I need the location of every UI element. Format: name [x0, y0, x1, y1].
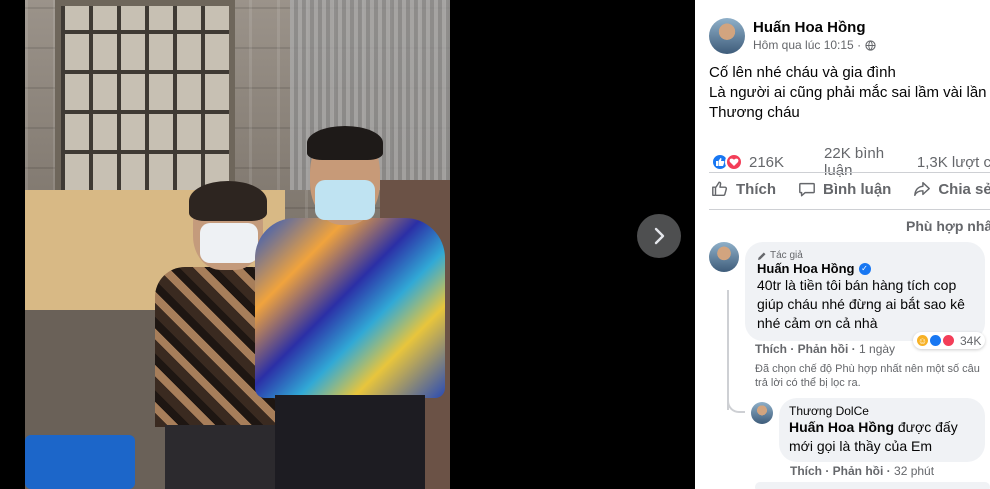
speech-bubble-icon — [799, 182, 815, 197]
comment-time[interactable]: 1 ngày — [859, 342, 895, 356]
post-text-line: Cố lên nhé cháu và gia đình — [709, 64, 896, 81]
next-photo-button[interactable] — [637, 214, 681, 258]
divider — [709, 172, 990, 173]
post-header: Huấn Hoa Hồng Hôm qua lúc 10:15 · — [709, 18, 876, 54]
post-text-line: Là người ai cũng phải mắc sai lầm vài lầ… — [709, 84, 987, 101]
post-photo[interactable] — [25, 0, 450, 489]
comment-label: Bình luận — [823, 180, 892, 198]
author-name[interactable]: Huấn Hoa Hồng — [753, 18, 876, 38]
reply-text-rest: được đấy — [894, 419, 958, 435]
photo-window — [55, 0, 235, 200]
reaction-count[interactable]: 216K — [749, 154, 784, 171]
share-count[interactable]: 1,3K lượt chia — [917, 154, 990, 171]
reply-text-line: mới gọi là thầy của Em — [789, 438, 933, 454]
comment-bubble: Tác giả Huấn Hoa Hồng ✓ 40tr là tiền tôi… — [745, 242, 985, 341]
reply-like-link[interactable]: Thích — [790, 464, 822, 478]
comment-text: 40tr là tiền tôi bán hàng tích cop giúp … — [757, 276, 973, 333]
comment-text-line: nhé cảm ơn cả nhà — [757, 315, 878, 331]
thread-curve — [727, 395, 745, 413]
share-label: Chia sẻ — [938, 180, 990, 198]
comment-count[interactable]: 22K bình luận — [824, 145, 907, 179]
pen-icon — [758, 252, 766, 260]
author-badge: Tác giả — [757, 250, 973, 261]
reaction-icons[interactable] — [711, 153, 743, 171]
comment-reply-link[interactable]: Phản hồi — [798, 342, 849, 356]
reply-author-name[interactable]: Thương DolCe — [789, 404, 975, 418]
post-actions: Thích Bình luận Chia sẻ — [711, 180, 990, 198]
divider — [709, 209, 990, 210]
share-button[interactable]: Chia sẻ — [913, 180, 990, 198]
share-arrow-icon — [914, 181, 931, 197]
mention-link[interactable]: Huấn Hoa Hồng — [789, 419, 894, 435]
reply-bubble: Thương DolCe Huấn Hoa Hồng được đấy mới … — [779, 398, 985, 462]
comment-button[interactable]: Bình luận — [798, 180, 891, 198]
filter-note: Đã chọn chế độ Phù hợp nhất nên một số c… — [755, 363, 980, 389]
photo-stool — [25, 435, 135, 489]
globe-icon — [865, 39, 876, 51]
comment-author-avatar[interactable] — [709, 242, 739, 272]
post-text-line: Thương cháu — [709, 104, 800, 121]
comment-actions: Thích · Phản hồi · 1 ngày — [755, 342, 896, 356]
post-text: Cố lên nhé cháu và gia đình Là người ai … — [709, 63, 987, 123]
comment-reactions[interactable]: ☺ 34K — [913, 332, 986, 349]
comment-like-link[interactable]: Thích — [755, 342, 787, 356]
like-button[interactable]: Thích — [711, 180, 776, 198]
comment-text-line: 40tr là tiền tôi bán hàng tích cop — [757, 277, 957, 293]
photo-viewer — [0, 0, 695, 489]
reply-item: Thương DolCe Huấn Hoa Hồng được đấy mới … — [751, 398, 985, 462]
reply-reply-link[interactable]: Phản hồi — [833, 464, 884, 478]
photo-person-man — [255, 126, 445, 489]
thumbs-up-icon — [712, 181, 728, 197]
author-badge-label: Tác giả — [770, 250, 803, 261]
post-sidebar: Huấn Hoa Hồng Hôm qua lúc 10:15 · Cố lên… — [695, 0, 990, 489]
post-time[interactable]: Hôm qua lúc 10:15 · — [753, 38, 861, 52]
comment-text-line: giúp cháu nhé đừng ai bắt sao kê — [757, 296, 965, 312]
chevron-right-icon — [654, 227, 665, 245]
comment-reaction-count: 34K — [960, 333, 982, 348]
reply-actions: Thích · Phản hồi · 32 phút — [790, 464, 935, 478]
author-avatar[interactable] — [709, 18, 745, 54]
love-reaction-icon — [941, 333, 956, 348]
next-comment-fragment — [755, 482, 990, 489]
comment-sort-dropdown[interactable]: Phù hợp nhất — [906, 218, 990, 234]
comment-author-name[interactable]: Huấn Hoa Hồng — [757, 261, 855, 276]
like-label: Thích — [736, 180, 776, 198]
reply-author-avatar[interactable] — [751, 402, 773, 424]
reply-time[interactable]: 32 phút — [894, 464, 934, 478]
love-reaction-icon — [725, 153, 743, 171]
post-stats: 216K 22K bình luận 1,3K lượt chia — [711, 145, 990, 179]
verified-badge-icon: ✓ — [858, 262, 871, 275]
comment-item: Tác giả Huấn Hoa Hồng ✓ 40tr là tiền tôi… — [709, 242, 985, 341]
